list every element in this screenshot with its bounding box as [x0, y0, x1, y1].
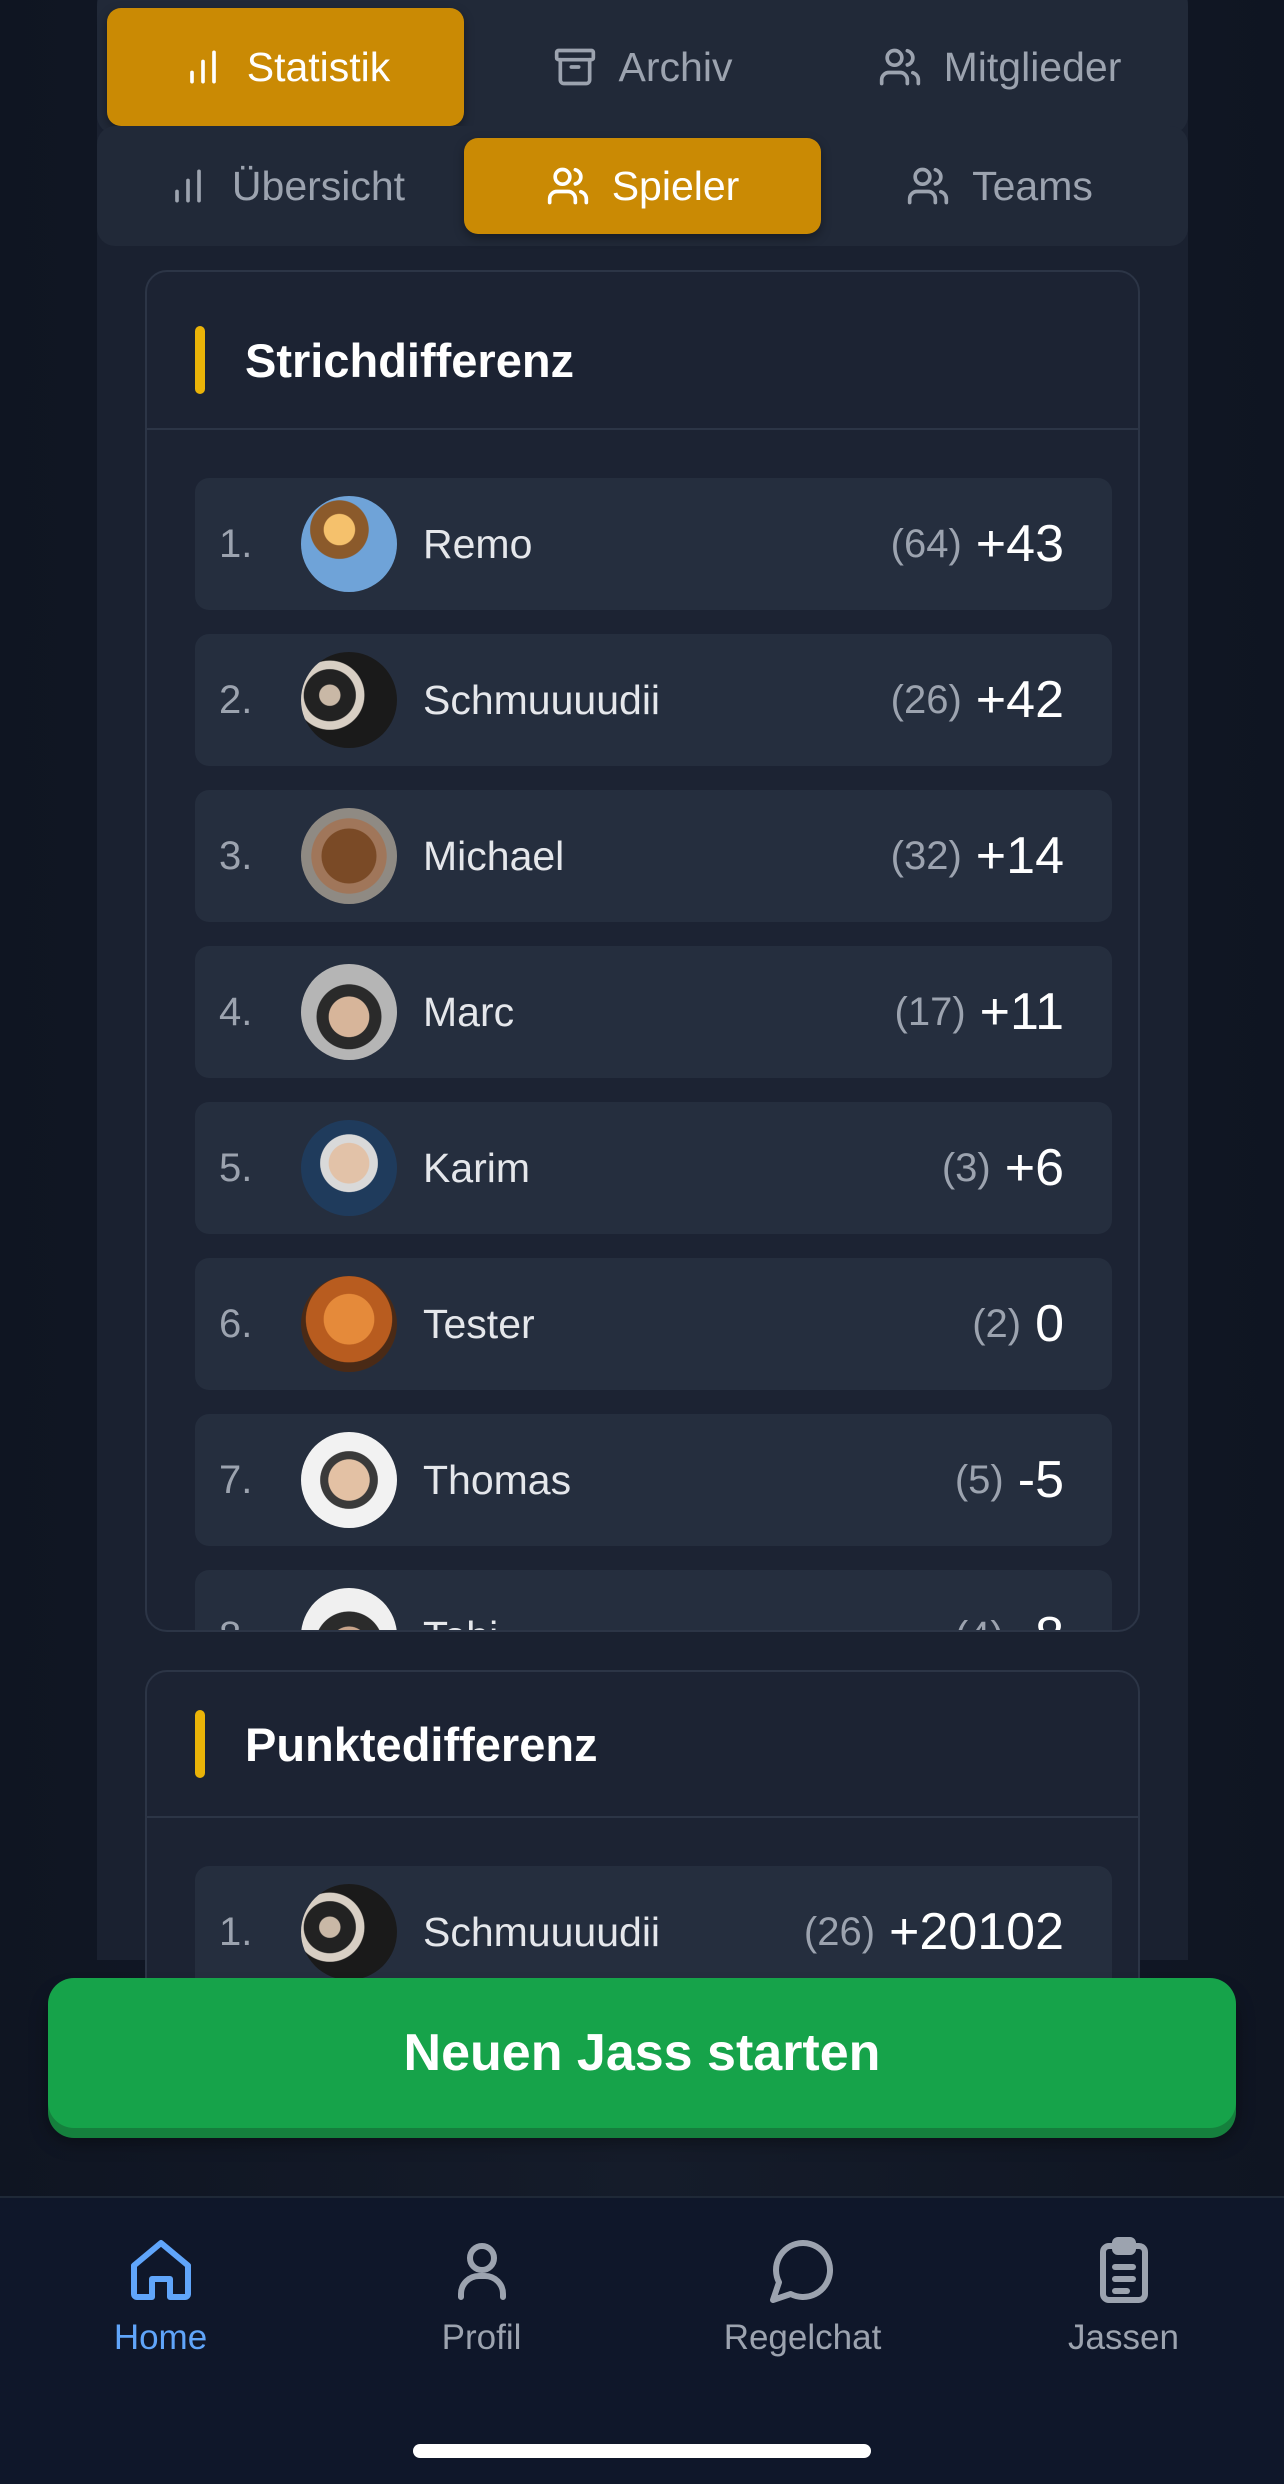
card-title: Strichdifferenz: [245, 333, 575, 387]
strichdifferenz-card: Strichdifferenz 1. Remo (64) +43 2. Schm…: [145, 270, 1140, 1632]
ranking-list: 1. Remo (64) +43 2. Schmuuuudii (26) +42…: [147, 430, 1138, 1631]
score: -5: [1017, 1451, 1064, 1509]
player-name: Michael: [423, 832, 565, 879]
ranking-row[interactable]: 5. Karim (3) +6: [195, 1102, 1112, 1234]
start-jass-button[interactable]: Neuen Jass starten: [48, 1978, 1236, 2128]
nav-home[interactable]: Home: [0, 2198, 321, 2484]
avatar: [301, 1588, 397, 1630]
ranking-list: 1. Schmuuuudii (26) +20102: [147, 1818, 1138, 1998]
avatar: [301, 1884, 397, 1980]
users-icon: [879, 48, 920, 86]
nav-label: Home: [113, 2318, 208, 2357]
player-name: Marc: [423, 988, 515, 1035]
games-count: (2): [972, 1301, 1022, 1346]
avatar: [301, 808, 397, 904]
nav-regelchat[interactable]: Regelchat: [642, 2198, 963, 2484]
rank: 8.: [219, 1614, 301, 1631]
nav-profil[interactable]: Profil: [321, 2198, 642, 2484]
tab-label: Archiv: [618, 43, 733, 90]
rank: 7.: [219, 1457, 253, 1502]
tab-archiv[interactable]: Archiv: [464, 8, 821, 126]
bar-chart-icon: [175, 169, 201, 203]
tab-label: Teams: [972, 162, 1093, 209]
chat-icon: [769, 2239, 833, 2303]
users-icon: [907, 167, 949, 205]
users-icon: [547, 167, 588, 205]
tab-label: Spieler: [611, 162, 740, 209]
tab-uebersicht[interactable]: Übersicht: [107, 138, 464, 234]
card-header: Strichdifferenz: [147, 272, 1138, 430]
rank: 5.: [219, 1145, 253, 1190]
score: +43: [975, 515, 1064, 573]
nav-label: Profil: [441, 2318, 522, 2357]
nav-label: Regelchat: [723, 2318, 882, 2357]
games-count: (26): [890, 677, 962, 722]
games-count: (5): [954, 1457, 1004, 1502]
tab-label: Statistik: [246, 43, 391, 90]
score: +42: [975, 671, 1064, 729]
bar-chart-icon: [189, 50, 216, 84]
tab-teams[interactable]: Teams: [821, 138, 1178, 234]
player-name: Schmuuuudii: [423, 676, 661, 723]
rank: 6.: [219, 1301, 253, 1346]
score: 0: [1035, 1295, 1064, 1353]
bottom-nav: Home Profil Regelchat Jassen: [0, 2196, 1284, 2484]
avatar: [301, 1432, 397, 1528]
games-count: (32): [890, 833, 962, 878]
ranking-row[interactable]: 6. Tester (2) 0: [195, 1258, 1112, 1390]
avatar: [301, 964, 397, 1060]
tab-label: Mitglieder: [943, 43, 1122, 90]
avatar: [301, 496, 397, 592]
ranking-row[interactable]: 2. Schmuuuudii (26) +42: [195, 634, 1112, 766]
player-name: Thomas: [423, 1456, 572, 1503]
ranking-row[interactable]: 3. Michael (32) +14: [195, 790, 1112, 922]
rank: 4.: [219, 989, 253, 1034]
card-header: Punktedifferenz: [147, 1672, 1138, 1818]
tab-mitglieder[interactable]: Mitglieder: [821, 8, 1178, 126]
player-name: Tobi: [423, 1613, 955, 1631]
games-count: (3): [941, 1145, 991, 1190]
nav-label: Jassen: [1068, 2318, 1179, 2357]
main-tabbar: Statistik Archiv Mitglieder: [97, 0, 1188, 134]
score: +20102: [889, 1903, 1064, 1961]
tab-label: Übersicht: [231, 162, 406, 209]
clipboard-icon: [1099, 2237, 1148, 2303]
player-name: Remo: [423, 520, 533, 567]
games-count: (64): [890, 521, 962, 566]
score: +6: [1004, 1139, 1064, 1197]
score: +11: [979, 983, 1064, 1041]
archive-icon: [554, 48, 595, 86]
accent-bar: [195, 326, 205, 394]
player-name: Schmuuuudii: [423, 1908, 661, 1955]
nav-jassen[interactable]: Jassen: [963, 2198, 1284, 2484]
ranking-row[interactable]: 1. Remo (64) +43: [195, 478, 1112, 610]
player-name: Karim: [423, 1144, 531, 1191]
ranking-row[interactable]: 4. Marc (17) +11: [195, 946, 1112, 1078]
avatar: [301, 1276, 397, 1372]
home-indicator: [413, 2444, 871, 2458]
player-name: Tester: [423, 1300, 535, 1347]
games-count: (4): [955, 1614, 1004, 1631]
avatar: [301, 1120, 397, 1216]
user-icon: [457, 2243, 506, 2300]
accent-bar: [195, 1710, 205, 1778]
ranking-row[interactable]: 8. Tobi (4) -8: [195, 1570, 1112, 1631]
games-count: (17): [894, 989, 966, 1034]
rank: 3.: [219, 833, 253, 878]
home-icon: [130, 2240, 191, 2300]
games-count: (26): [803, 1909, 876, 1954]
ranking-row[interactable]: 7. Thomas (5) -5: [195, 1414, 1112, 1546]
score: -8: [1018, 1606, 1064, 1630]
rank: 1.: [219, 1909, 253, 1954]
rank: 1.: [219, 521, 253, 566]
card-title: Punktedifferenz: [245, 1717, 598, 1771]
tab-spieler[interactable]: Spieler: [464, 138, 821, 234]
score: +14: [975, 827, 1064, 885]
sub-tabbar: Übersicht Spieler Teams: [97, 126, 1188, 246]
rank: 2.: [219, 677, 253, 722]
avatar: [301, 652, 397, 748]
tab-statistik[interactable]: Statistik: [107, 8, 464, 126]
